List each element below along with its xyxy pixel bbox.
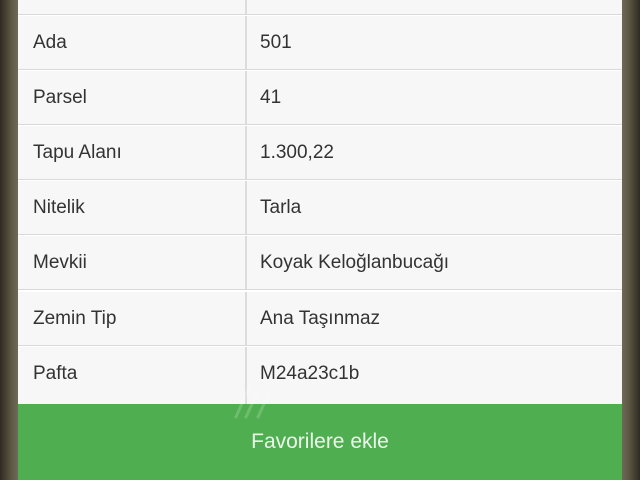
row-value: 1.300,22: [260, 142, 334, 163]
property-details-table: Ada 501 Parsel 41 Tapu Alanı 1.300,22 Ni…: [18, 0, 622, 404]
row-label: Tapu Alanı: [33, 142, 122, 163]
row-value: Tarla: [260, 197, 302, 218]
table-row-tapu-alani: Tapu Alanı 1.300,22: [18, 126, 622, 180]
table-row-zemin-tip: Zemin Tip Ana Taşınmaz: [18, 292, 622, 346]
background-left-edge: [0, 0, 18, 480]
row-value: 41: [260, 87, 282, 108]
add-to-favorites-label: Favorilere ekle: [251, 430, 389, 453]
add-to-favorites-button[interactable]: Favorilere ekle: [18, 404, 622, 480]
table-row-mevkii: Mevkii Koyak Keloğlanbucağı: [18, 236, 622, 290]
row-label: Nitelik: [33, 197, 85, 218]
row-value: M24a23c1b: [260, 363, 360, 384]
row-label: Zemin Tip: [33, 308, 117, 329]
table-row-pafta: Pafta M24a23c1b: [18, 347, 622, 404]
row-label: Mevkii: [33, 252, 87, 273]
row-label: Pafta: [33, 363, 78, 384]
row-value: Koyak Keloğlanbucağı: [260, 252, 450, 273]
row-label-cell: Zemin Tip: [18, 292, 247, 345]
row-label: Parsel: [33, 87, 87, 108]
row-label-cell: Mevkii: [18, 236, 247, 289]
table-row-parsel: Parsel 41: [18, 71, 622, 125]
row-label-cell: Nitelik: [18, 181, 247, 234]
table-row-partial: [18, 0, 622, 15]
row-label-cell: Tapu Alanı: [18, 126, 247, 179]
background-right-edge: [622, 0, 640, 480]
row-label-cell: [18, 0, 247, 14]
row-value: 501: [260, 32, 292, 53]
table-row-ada: Ada 501: [18, 16, 622, 70]
row-label: Ada: [33, 32, 67, 53]
table-row-nitelik: Nitelik Tarla: [18, 181, 622, 235]
row-label-cell: Pafta: [18, 347, 247, 404]
row-label-cell: Ada: [18, 16, 247, 69]
row-label-cell: Parsel: [18, 71, 247, 124]
row-value: Ana Taşınmaz: [260, 308, 381, 329]
